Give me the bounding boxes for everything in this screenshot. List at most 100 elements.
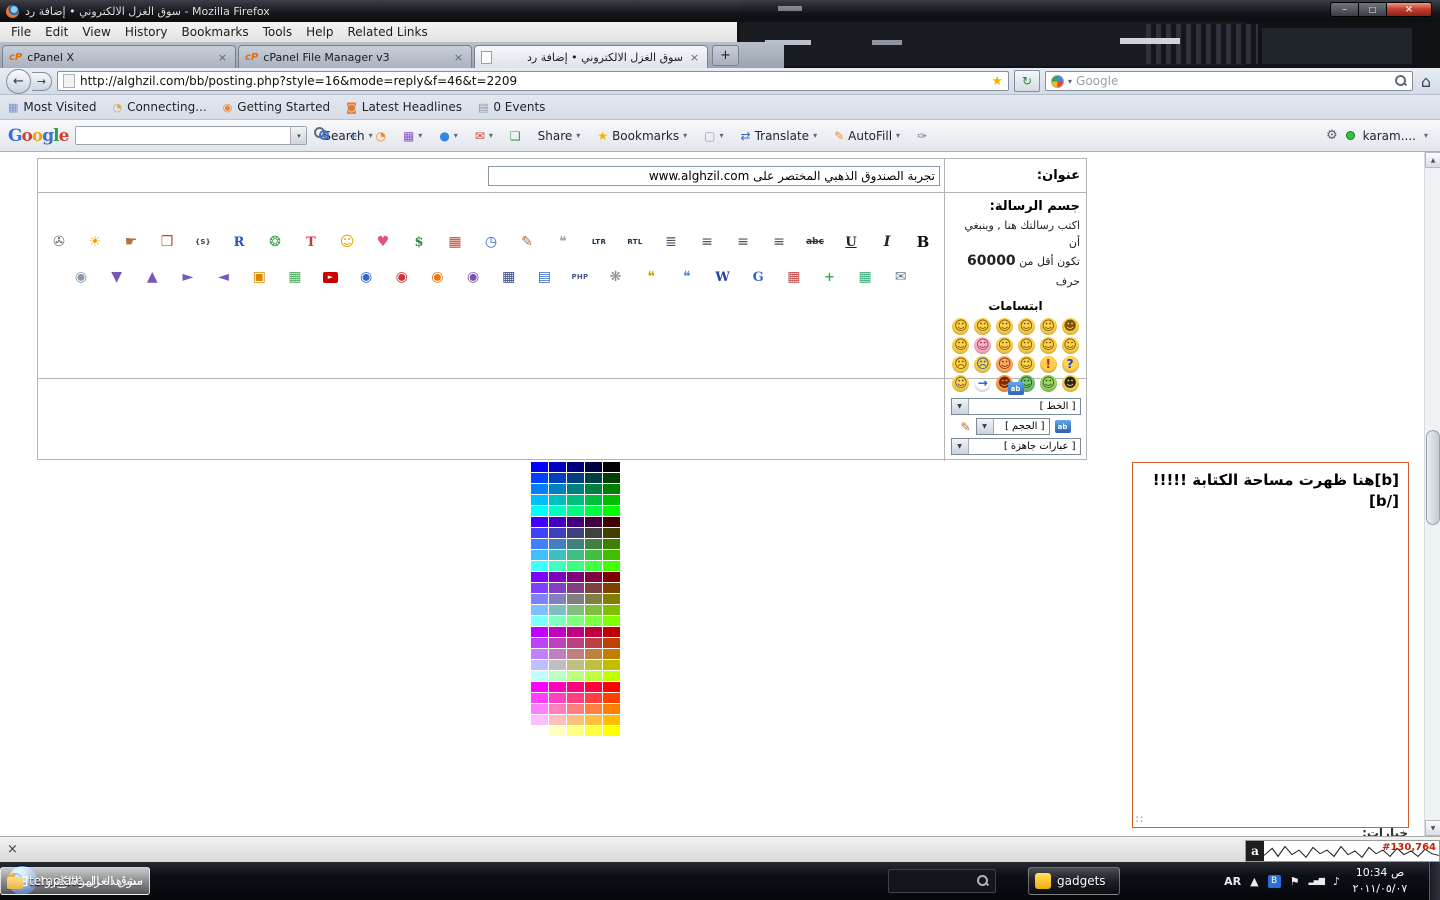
color-swatch[interactable] <box>549 462 566 472</box>
color-swatch[interactable] <box>531 704 548 714</box>
color-swatch[interactable] <box>531 583 548 593</box>
color-swatch[interactable] <box>603 682 620 692</box>
color-swatch[interactable] <box>549 484 566 494</box>
color-swatch[interactable] <box>531 671 548 681</box>
gears-icon[interactable]: ❋ <box>605 266 627 288</box>
home-button[interactable]: ⌂ <box>1418 72 1434 91</box>
color-swatch[interactable] <box>531 539 548 549</box>
toolbar-search-box[interactable]: ▾ <box>75 126 307 145</box>
color-swatch[interactable] <box>549 528 566 538</box>
color-swatch[interactable] <box>531 528 548 538</box>
translate-button[interactable]: ⇄ Translate ▾ <box>736 126 823 146</box>
color-swatch[interactable] <box>549 660 566 670</box>
sitecheck-icon[interactable]: ◔ <box>370 127 390 145</box>
smiley-grin[interactable]: ☺ <box>996 318 1013 335</box>
select-arrow-icon[interactable]: ▼ <box>952 399 969 414</box>
menu-item[interactable]: File <box>4 23 38 41</box>
table-icon[interactable]: ▦ <box>498 266 520 288</box>
calendar-icon[interactable]: ▦ <box>444 231 466 253</box>
vertical-scrollbar[interactable]: ▲ ▼ <box>1424 152 1440 836</box>
bookmarks-button[interactable]: ★ Bookmarks ▾ <box>592 126 692 146</box>
picture-icon[interactable]: ▦ <box>854 266 876 288</box>
smiley-love[interactable]: ☺ <box>974 337 991 354</box>
dailymotion-icon[interactable]: ◉ <box>462 266 484 288</box>
hidden-icons-button[interactable]: ▲ <box>1250 876 1258 887</box>
menu-item[interactable]: Help <box>299 23 340 41</box>
smiley-surprised[interactable]: ☺ <box>952 337 969 354</box>
scroll-down-button[interactable]: ▼ <box>1425 820 1440 836</box>
pencil-icon[interactable]: ✎ <box>960 421 970 433</box>
smiley-shock[interactable]: ☺ <box>1040 318 1057 335</box>
color-swatch[interactable] <box>549 605 566 615</box>
color-swatch[interactable] <box>603 671 620 681</box>
color-swatch[interactable] <box>567 517 584 527</box>
mail-icon[interactable]: ✉ ▾ <box>470 127 498 145</box>
color-swatch[interactable] <box>585 484 602 494</box>
code-icon[interactable]: {S} <box>192 231 214 253</box>
color-swatch[interactable] <box>549 495 566 505</box>
word-icon[interactable]: W <box>712 266 734 288</box>
color-swatch[interactable] <box>531 561 548 571</box>
color-swatch[interactable] <box>567 616 584 626</box>
taskbar-clock[interactable]: 10:34 ص ٢٠١١/٠٥/٠٧ <box>1344 865 1416 897</box>
bold-icon[interactable]: B <box>912 231 934 253</box>
color-swatch[interactable] <box>567 550 584 560</box>
realplayer-icon[interactable]: ◉ <box>391 266 413 288</box>
color-swatch[interactable] <box>549 693 566 703</box>
color-swatch[interactable] <box>603 638 620 648</box>
color-swatch[interactable] <box>567 704 584 714</box>
attach-icon[interactable]: ✇ <box>48 231 70 253</box>
tab-close-button[interactable]: × <box>452 51 465 64</box>
color-swatch[interactable] <box>567 649 584 659</box>
bookmark-item[interactable]: ▤ 0 Events <box>478 100 545 114</box>
color-swatch[interactable] <box>567 561 584 571</box>
smiley-redface[interactable]: ☺ <box>996 356 1013 373</box>
color-swatch[interactable] <box>549 638 566 648</box>
smiley-happy[interactable]: ☺ <box>974 318 991 335</box>
color-swatch[interactable] <box>567 583 584 593</box>
php-icon[interactable]: PHP <box>569 266 591 288</box>
gallery-icon[interactable]: ▦ <box>783 266 805 288</box>
pen-icon[interactable]: ✑ <box>912 127 932 145</box>
share-button[interactable]: Share ▾ <box>533 126 586 146</box>
color-swatch[interactable] <box>531 473 548 483</box>
select-arrow-icon[interactable]: ▼ <box>977 419 994 434</box>
wrench-icon[interactable]: ⚙ <box>1326 128 1338 143</box>
color-swatch[interactable] <box>567 473 584 483</box>
color-swatch[interactable] <box>567 605 584 615</box>
message-text[interactable]: [b]هنا ظهرت مساحة الكتابة !!!!![/b] <box>1142 470 1399 512</box>
color-swatch[interactable] <box>585 627 602 637</box>
color-swatch[interactable] <box>585 583 602 593</box>
spoiler-icon[interactable]: ▣ <box>248 266 270 288</box>
color-swatch[interactable] <box>531 715 548 725</box>
gradient-icon[interactable]: ❂ <box>264 231 286 253</box>
color-swatch[interactable] <box>567 484 584 494</box>
color-swatch[interactable] <box>603 484 620 494</box>
color-swatch[interactable] <box>603 495 620 505</box>
menu-item[interactable]: Edit <box>38 23 75 41</box>
minimize-button[interactable]: – <box>1330 2 1359 17</box>
color-swatch[interactable] <box>603 583 620 593</box>
network-icon[interactable]: ▂▄▆ <box>1309 877 1324 885</box>
color-swatch[interactable] <box>531 550 548 560</box>
color-swatch[interactable] <box>603 473 620 483</box>
color-swatch[interactable] <box>531 495 548 505</box>
color-swatch[interactable] <box>531 682 548 692</box>
clock-icon[interactable]: ◷ <box>480 231 502 253</box>
quote-stamp-icon[interactable]: ❝ <box>552 231 574 253</box>
color-swatch[interactable] <box>585 572 602 582</box>
color-swatch[interactable] <box>585 726 602 736</box>
color-swatch[interactable] <box>567 715 584 725</box>
search-engine-dropdown-icon[interactable]: ▾ <box>1068 77 1072 86</box>
taskbar-search-input[interactable] <box>895 874 977 888</box>
color-swatch[interactable] <box>549 671 566 681</box>
color-swatch[interactable] <box>531 517 548 527</box>
color-swatch[interactable] <box>549 583 566 593</box>
money-icon[interactable]: $ <box>408 231 430 253</box>
color-swatch[interactable] <box>531 638 548 648</box>
quote-blue-icon[interactable]: ❝ <box>676 266 698 288</box>
message-editor-area[interactable]: [b]هنا ظهرت مساحة الكتابة !!!!![/b] ∷ <box>1132 462 1409 828</box>
new-tab-button[interactable]: + <box>712 45 739 66</box>
color-swatch[interactable] <box>567 495 584 505</box>
color-swatch[interactable] <box>585 649 602 659</box>
